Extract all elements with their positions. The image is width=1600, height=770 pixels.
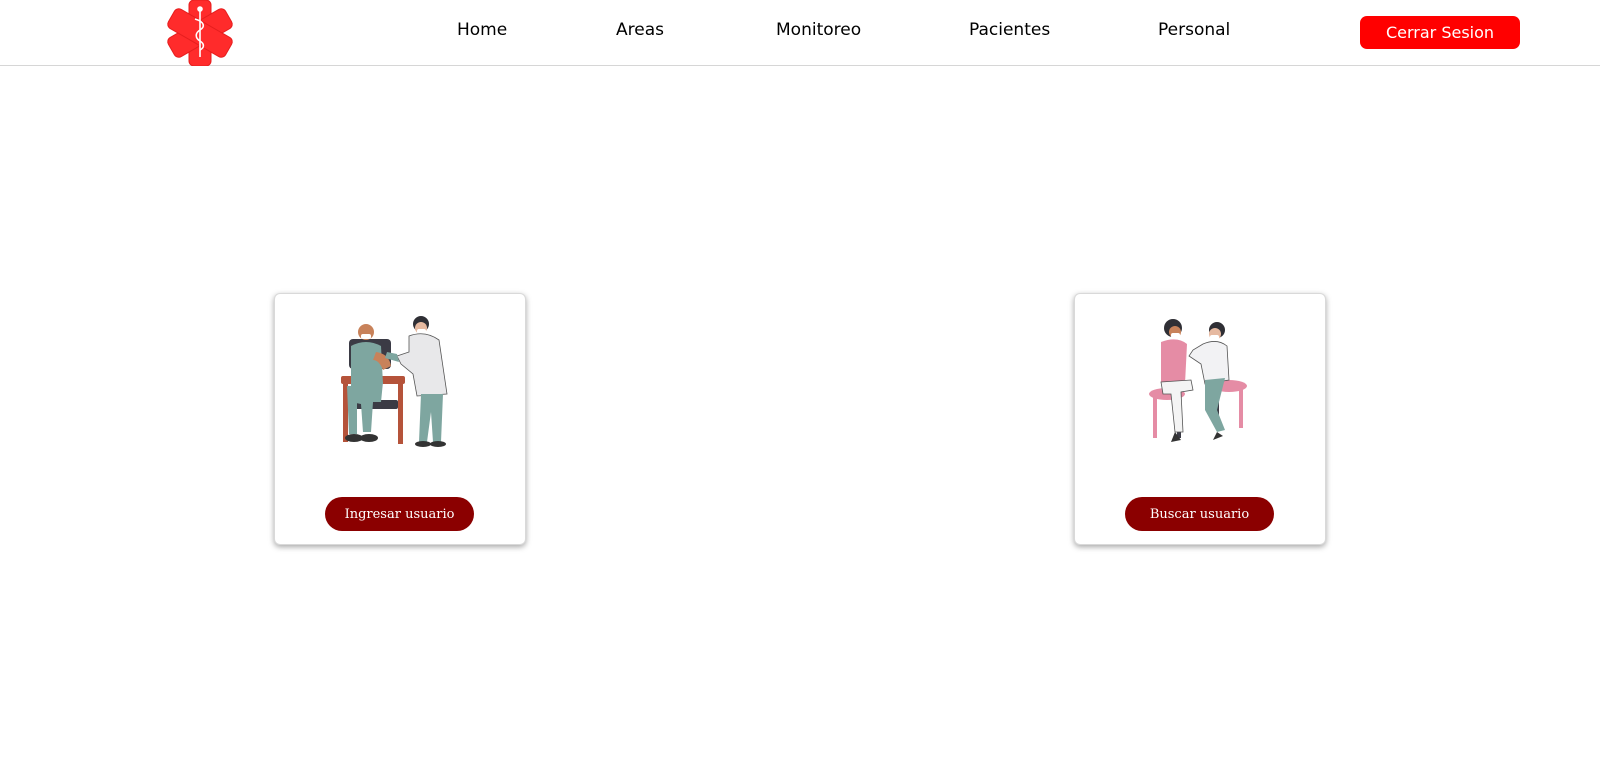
vaccination-stool-patient-illustration [1149, 319, 1247, 442]
vaccination-seated-patient-illustration [341, 316, 448, 447]
search-user-button[interactable]: Buscar usuario [1125, 497, 1274, 531]
nav-personal[interactable]: Personal [1158, 20, 1230, 40]
nav-pacientes[interactable]: Pacientes [969, 20, 1050, 40]
register-user-card: Ingresar usuario [274, 293, 526, 545]
top-navbar: Home Areas Monitoreo Pacientes Personal … [0, 0, 1600, 66]
register-user-button[interactable]: Ingresar usuario [325, 497, 474, 531]
medical-logo-icon[interactable] [166, 0, 234, 66]
search-user-card: Buscar usuario [1074, 293, 1326, 545]
nav-monitoreo[interactable]: Monitoreo [776, 20, 861, 40]
logout-button[interactable]: Cerrar Sesion [1360, 16, 1520, 49]
nav-home[interactable]: Home [457, 20, 507, 40]
nav-areas[interactable]: Areas [616, 20, 664, 40]
